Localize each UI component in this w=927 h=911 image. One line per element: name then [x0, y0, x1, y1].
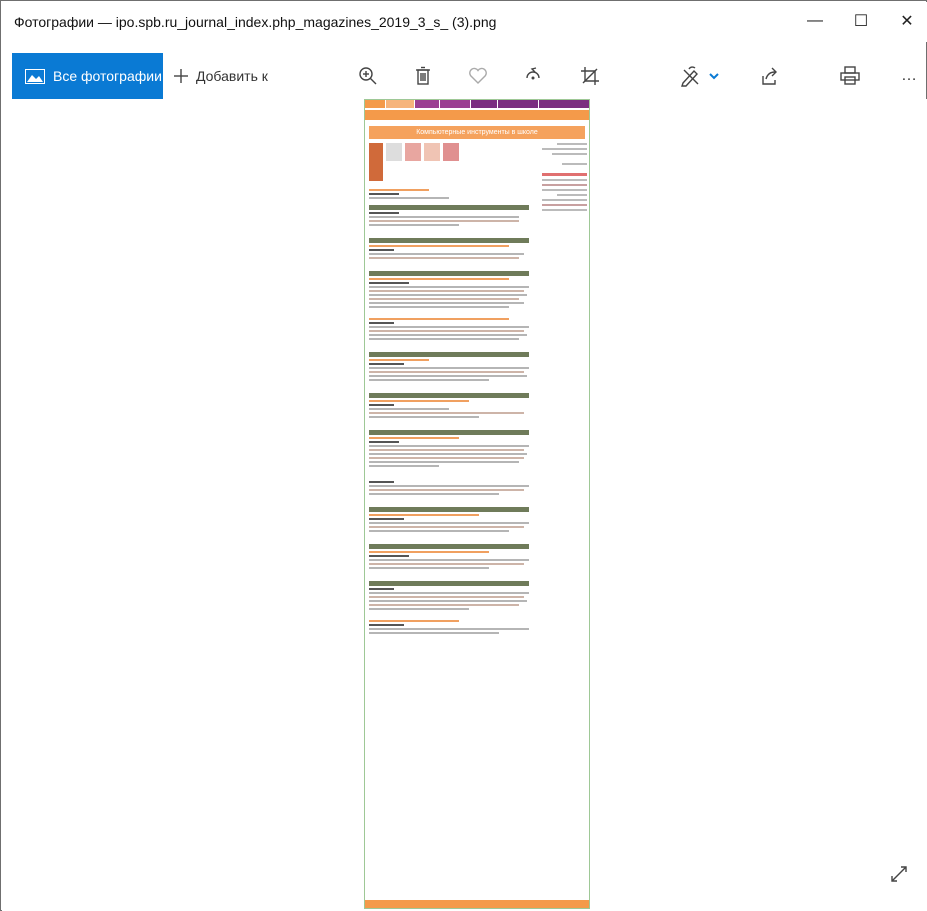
zoom-in-icon — [359, 67, 377, 85]
all-photos-button[interactable]: Все фотографии — [12, 53, 163, 99]
toolbar: Все фотографии Добавить к … — [2, 53, 927, 99]
favorite-button[interactable] — [462, 61, 494, 91]
heart-icon — [469, 67, 487, 84]
edit-draw-icon — [680, 66, 698, 87]
photo-icon — [25, 68, 45, 84]
image-banner: Компьютерные инструменты в школе — [369, 126, 585, 139]
crop-icon — [581, 67, 599, 85]
delete-button[interactable] — [407, 61, 439, 91]
trash-icon — [416, 66, 430, 85]
crop-button[interactable] — [574, 61, 606, 91]
zoom-button[interactable] — [352, 61, 384, 91]
image-sidebar — [542, 140, 587, 214]
all-photos-label: Все фотографии — [53, 68, 162, 84]
more-button[interactable]: … — [897, 61, 921, 91]
close-icon: ✕ — [900, 13, 914, 30]
plus-icon — [174, 69, 188, 83]
photos-window: Фотографии — ipo.spb.ru_journal_index.ph… — [0, 0, 927, 911]
expand-icon — [891, 866, 907, 882]
image-viewer[interactable]: Компьютерные инструменты в школе — [2, 99, 927, 911]
image-site-nav — [365, 100, 589, 108]
share-icon — [762, 67, 777, 85]
add-to-label: Добавить к — [196, 68, 268, 84]
title-bar: Фотографии — ipo.spb.ru_journal_index.ph… — [2, 2, 927, 42]
print-button[interactable] — [834, 61, 866, 91]
image-breadcrumb — [365, 110, 589, 120]
rotate-icon — [526, 67, 540, 80]
share-button[interactable] — [754, 61, 786, 91]
maximize-button[interactable]: ☐ — [838, 2, 884, 40]
window-title: Фотографии — ipo.spb.ru_journal_index.ph… — [14, 14, 497, 30]
minimize-icon: — — [807, 12, 823, 29]
close-button[interactable]: ✕ — [884, 2, 927, 40]
edit-create-button[interactable] — [674, 61, 724, 91]
minimize-button[interactable]: — — [792, 2, 838, 40]
rotate-button[interactable] — [517, 61, 549, 91]
image-footer — [365, 900, 589, 908]
chevron-down-icon — [708, 73, 719, 80]
more-icon: … — [901, 67, 917, 84]
fullscreen-button[interactable] — [887, 859, 911, 889]
displayed-image: Компьютерные инструменты в школе — [364, 99, 590, 909]
printer-icon — [840, 66, 860, 85]
maximize-icon: ☐ — [853, 13, 869, 30]
add-to-button[interactable]: Добавить к — [172, 61, 282, 91]
